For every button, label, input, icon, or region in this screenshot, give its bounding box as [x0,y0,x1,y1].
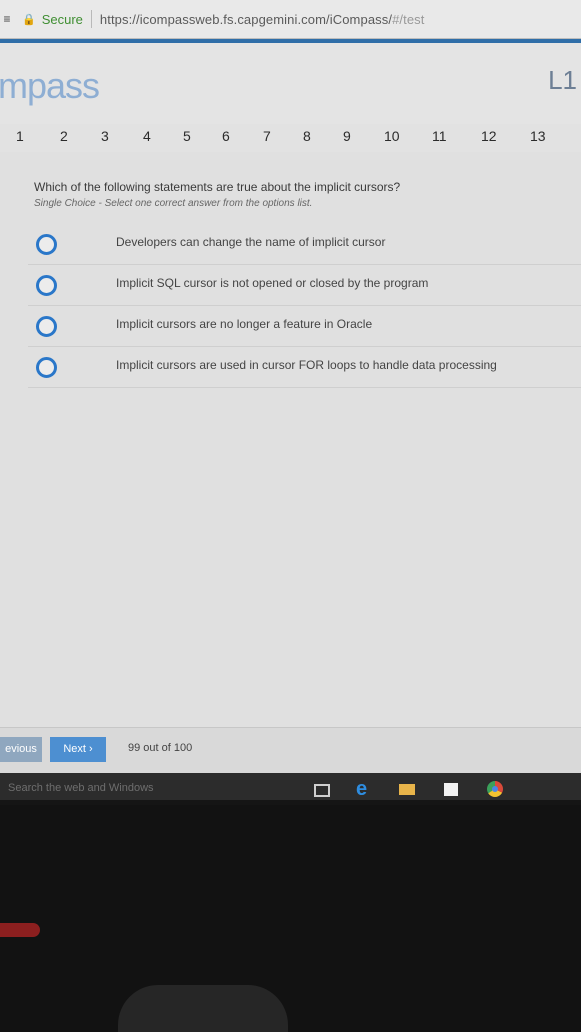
url-text[interactable]: https://icompassweb.fs.capgemini.com/iCo… [100,12,425,27]
monitor-bezel [0,805,581,1032]
desk-object [0,923,40,937]
answer-option[interactable]: Developers can change the name of implic… [28,224,581,265]
question-panel: Which of the following statements are tr… [0,152,581,727]
quiz-footer: evious Next › 99 out of 100 [0,727,581,774]
url-host: https://icompassweb.fs.capgemini.com/iCo… [99,11,393,27]
radio-button[interactable] [36,275,57,296]
option-label: Implicit cursors are no longer a feature… [116,317,373,331]
url-path: #/test [392,11,425,27]
file-explorer-icon[interactable] [398,780,416,798]
level-label: L1 [548,65,577,95]
task-view-icon[interactable] [312,780,330,798]
secure-label: Secure [41,11,83,27]
next-button[interactable]: Next › [50,737,106,762]
question-nav-item[interactable]: 3 [101,128,109,144]
app-header: mpass L1 [0,39,581,125]
option-label: Implicit cursors are used in cursor FOR … [116,358,497,372]
question-nav-item[interactable]: 5 [183,128,191,144]
question-nav-item[interactable]: 13 [530,128,546,144]
question-nav-item[interactable]: 8 [303,128,311,144]
question-nav-item[interactable]: 7 [263,128,271,144]
taskbar-search-box[interactable]: Search the web and Windows [8,782,154,794]
chrome-icon[interactable] [486,780,504,798]
option-label: Developers can change the name of implic… [116,235,386,249]
progress-text: 99 out of 100 [128,742,193,754]
answer-option[interactable]: Implicit cursors are used in cursor FOR … [28,347,581,388]
previous-button[interactable]: evious [0,737,42,762]
monitor-stand [118,985,288,1032]
question-nav-item[interactable]: 4 [143,128,151,144]
answer-option[interactable]: Implicit cursors are no longer a feature… [28,306,581,347]
address-bar[interactable]: ≡ 🔒 Secure https://icompassweb.fs.capgem… [0,0,581,39]
question-hint: Single Choice - Select one correct answe… [34,198,313,209]
menu-icon[interactable]: ≡ [0,12,14,26]
app-logo: mpass [0,65,100,106]
windows-taskbar: Search the web and Windows e [0,773,581,800]
question-nav-item[interactable]: 10 [384,128,400,144]
question-navigator: 1 2 3 4 5 6 7 8 9 10 11 12 13 [0,124,581,152]
edge-icon[interactable]: e [356,779,374,799]
lock-icon: 🔒 [22,13,36,26]
radio-button[interactable] [36,357,57,378]
radio-button[interactable] [36,234,57,255]
question-nav-item[interactable]: 12 [481,128,497,144]
radio-button[interactable] [36,316,57,337]
question-nav-item[interactable]: 2 [60,128,68,144]
store-icon[interactable] [442,780,460,798]
question-nav-item[interactable]: 6 [222,128,230,144]
monitor-screen: ≡ 🔒 Secure https://icompassweb.fs.capgem… [0,0,581,800]
address-divider [90,10,92,28]
question-nav-item[interactable]: 1 [16,128,24,144]
question-text: Which of the following statements are tr… [34,180,401,194]
question-nav-item[interactable]: 11 [432,128,447,144]
answer-option[interactable]: Implicit SQL cursor is not opened or clo… [28,265,581,306]
option-label: Implicit SQL cursor is not opened or clo… [116,276,429,290]
question-nav-item[interactable]: 9 [343,128,351,144]
